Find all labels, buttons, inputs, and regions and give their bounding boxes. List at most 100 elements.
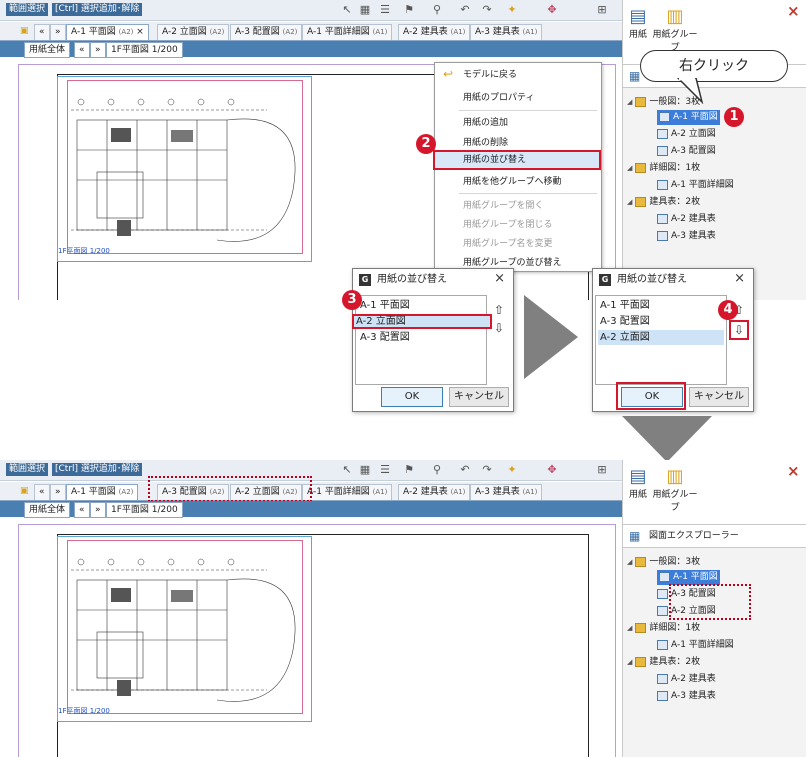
tree-folder-detail[interactable]: ◢ 詳細図：1枚 [627,161,700,176]
view-prev-button[interactable]: « [74,42,90,58]
list-item-selected[interactable]: A-2 立面図 [598,330,724,345]
view-tab-all[interactable]: 用紙全体 [24,502,71,518]
list-item-selected[interactable]: A-2 立面図 [352,314,492,329]
sheet-icon [657,605,668,616]
list-item[interactable]: A-1 平面図 [358,298,484,313]
tree-sheet-fittings-2[interactable]: A-2 建具表 [657,672,716,687]
paper-group-button[interactable]: ▥ 用紙グループ [651,466,699,513]
ok-button[interactable]: OK [381,387,443,407]
view-next-button[interactable]: » [90,42,106,58]
search-icon[interactable]: ⚲ [430,3,444,17]
paper-button[interactable]: ▤ 用紙 [627,466,649,500]
tree-sheet-a3[interactable]: A-3 配置図 [657,144,716,159]
dialog-title: G 用紙の並び替え [593,269,753,291]
sheet-icon [657,588,668,599]
grid-icon[interactable]: ⊞ [595,3,609,17]
app-logo-icon: G [599,274,611,286]
move-down-button[interactable]: ⇩ [729,320,749,340]
floor-plan-drawing [71,558,296,702]
menu-item-add-sheet[interactable]: 用紙の追加 [435,113,601,133]
tab-sheet-4[interactable]: A-1 平面詳細図 (A1) [302,24,393,40]
select-grid-icon[interactable]: ▦ [358,463,372,477]
cancel-button[interactable]: キャンセル [449,387,509,407]
undo-icon[interactable]: ↶ [458,463,472,477]
menu-item-properties[interactable]: 用紙のプロパティ [435,88,601,108]
menu-item-back-to-model[interactable]: モデルに戻る [435,65,601,85]
view-next-button[interactable]: » [90,502,106,518]
layer-icon[interactable]: ☰ [378,463,392,477]
tree-sheet-a1[interactable]: A-1 平面図 [657,110,720,125]
tab-prev-button[interactable]: « [34,484,50,500]
tab-sheet-5[interactable]: A-2 建具表 (A1) [398,24,471,40]
select-grid-icon[interactable]: ▦ [358,3,372,17]
snap-icon[interactable]: ✥ [545,463,559,477]
sheet-order-list[interactable]: A-1 平面図 A-2 立面図 A-3 配置図 [352,295,492,385]
lightbulb-icon[interactable]: ✦ [505,463,519,477]
grid-icon[interactable]: ⊞ [595,463,609,477]
tree-sheet-a2[interactable]: A-2 立面図 [657,127,716,142]
explorer-icon: ▦ [629,529,641,543]
dialog-close-button[interactable]: × [734,271,745,286]
tree-sheet-detail[interactable]: A-1 平面詳細図 [657,178,734,193]
tab-sheet-5[interactable]: A-2 建具表 (A1) [398,484,471,500]
tag-icon[interactable]: ⚑ [402,3,416,17]
tab-next-button[interactable]: » [50,484,66,500]
layer-icon[interactable]: ☰ [378,3,392,17]
cancel-button[interactable]: キャンセル [689,387,749,407]
tree-sheet-fittings-2[interactable]: A-2 建具表 [657,212,716,227]
tab-sheet-2[interactable]: A-2 立面図 (A2) [157,24,230,40]
tree-sheet-a1[interactable]: A-1 平面図 [657,570,720,585]
close-panel-button[interactable]: × [787,2,800,20]
sheet-icon [657,145,668,156]
search-icon[interactable]: ⚲ [430,463,444,477]
tab-sheet-4[interactable]: A-1 平面詳細図 (A1) [302,484,393,500]
tree-folder-fittings[interactable]: ◢ 建具表：2枚 [627,655,700,670]
menu-item-reorder-sheets[interactable]: 用紙の並び替え [433,150,601,170]
tab-prev-button[interactable]: « [34,24,50,40]
tab-sheet-1[interactable]: A-1 平面図 (A2) × [66,24,149,40]
tab-sheet-6[interactable]: A-3 建具表 (A1) [470,24,543,40]
move-down-button[interactable]: ⇩ [491,320,507,336]
dialog-close-button[interactable]: × [494,271,505,286]
range-select-button[interactable]: 範囲選択 [6,463,49,476]
tab-next-button[interactable]: » [50,24,66,40]
tab-sheet-6[interactable]: A-3 建具表 (A1) [470,484,543,500]
context-menu: ↩ モデルに戻る 用紙のプロパティ 用紙の追加 用紙の削除 用紙の並び替え 用紙… [433,62,602,272]
undo-icon[interactable]: ↶ [458,3,472,17]
view-tab-bar: 用紙全体 « » 1F平面図 1/200 [0,41,622,58]
tree-folder-general[interactable]: ◢ 一般図：3枚 [627,555,700,570]
tab-sheet-1[interactable]: A-1 平面図 (A2) [66,484,139,500]
pointer-icon[interactable]: ↖ [340,463,354,477]
plan-view-label: 1F平面図 1/200 [58,247,110,255]
range-select-button[interactable]: 範囲選択 [6,3,49,16]
paper-button[interactable]: ▤ 用紙 [627,6,649,40]
tag-icon[interactable]: ⚑ [402,463,416,477]
tree-sheet-detail[interactable]: A-1 平面詳細図 [657,638,734,653]
view-tab-plan[interactable]: 1F平面図 1/200 [106,42,183,58]
pointer-icon[interactable]: ↖ [340,3,354,17]
list-item[interactable]: A-3 配置図 [598,314,724,329]
tree-sheet-fittings-3[interactable]: A-3 建具表 [657,689,716,704]
redo-icon[interactable]: ↷ [480,3,494,17]
sheet-order-list[interactable]: A-1 平面図 A-3 配置図 A-2 立面図 [595,295,727,385]
tree-folder-detail[interactable]: ◢ 詳細図：1枚 [627,621,700,636]
list-item[interactable]: A-3 配置図 [358,330,484,345]
paper-group-button[interactable]: ▥ 用紙グループ [651,6,699,53]
drawing-canvas[interactable]: 1F平面図 1/200 [0,518,622,757]
redo-icon[interactable]: ↷ [480,463,494,477]
list-item[interactable]: A-1 平面図 [598,298,724,313]
tab-close-icon[interactable]: × [136,27,144,37]
explorer-icon: ▦ [629,69,641,83]
tree-sheet-fittings-3[interactable]: A-3 建具表 [657,229,716,244]
sheet-icon [659,571,670,582]
move-up-button[interactable]: ⇧ [491,302,507,318]
view-tab-all[interactable]: 用紙全体 [24,42,71,58]
snap-icon[interactable]: ✥ [545,3,559,17]
menu-item-move-to-group[interactable]: 用紙を他グループへ移動 [435,172,601,192]
tab-sheet-3[interactable]: A-3 配置図 (A2) [230,24,303,40]
tree-folder-fittings[interactable]: ◢ 建具表：2枚 [627,195,700,210]
lightbulb-icon[interactable]: ✦ [505,3,519,17]
view-prev-button[interactable]: « [74,502,90,518]
close-panel-button[interactable]: × [787,462,800,480]
view-tab-plan[interactable]: 1F平面図 1/200 [106,502,183,518]
